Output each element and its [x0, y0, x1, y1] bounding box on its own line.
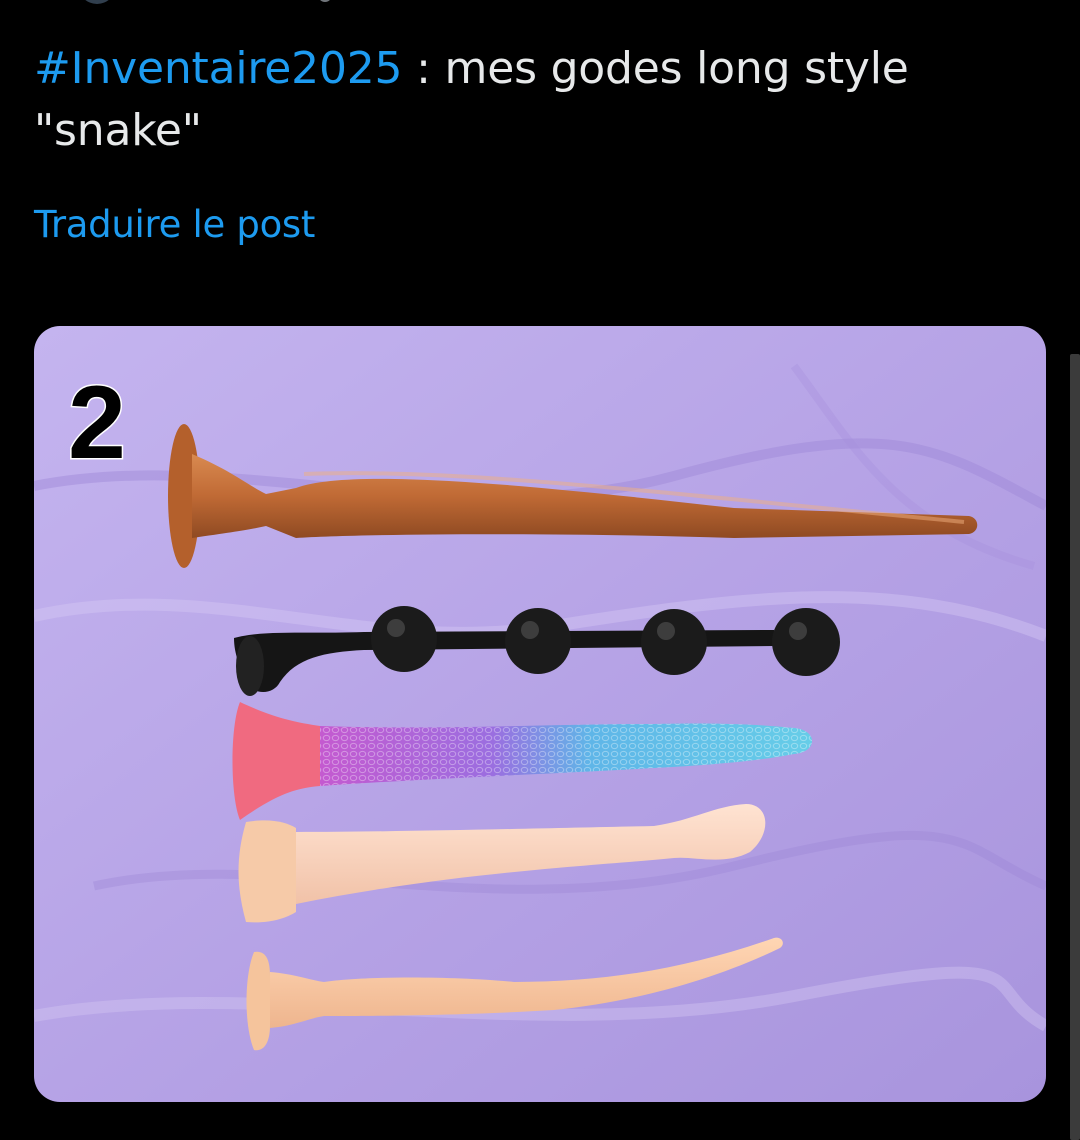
scrollbar[interactable]	[1070, 354, 1080, 1140]
post-text: #Inventaire2025 : mes godes long style "…	[34, 38, 1044, 162]
translate-post-link[interactable]: Traduire le post	[34, 200, 315, 250]
hashtag-link[interactable]: #Inventaire2025	[34, 43, 403, 94]
photo-illustration: 2	[34, 326, 1046, 1102]
author-name-fragment	[318, 0, 332, 2]
overlay-number: 2	[68, 365, 126, 481]
author-avatar[interactable]	[78, 0, 116, 4]
post-media-image[interactable]: 2	[34, 326, 1046, 1102]
